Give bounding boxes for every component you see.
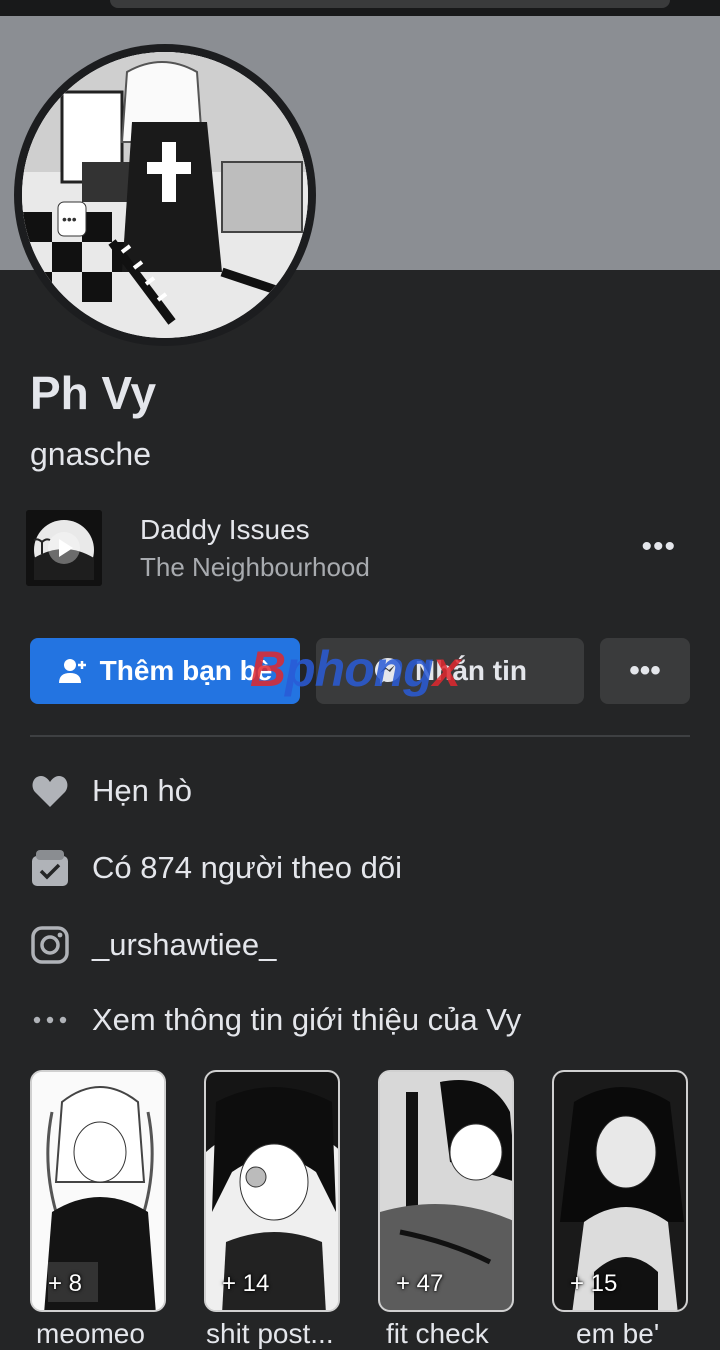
instagram-icon <box>30 925 70 965</box>
story-count: + 47 <box>396 1270 444 1297</box>
add-friend-icon <box>58 656 88 686</box>
album-art[interactable] <box>26 510 102 586</box>
svg-text:•••: ••• <box>62 211 77 227</box>
story-count: + 8 <box>48 1270 83 1297</box>
featured-story[interactable]: + 15 <box>552 1070 688 1312</box>
story-count: + 14 <box>222 1270 270 1297</box>
song-artist: The Neighbourhood <box>140 552 370 582</box>
featured-label: shit post... <box>206 1318 334 1349</box>
profile-name: Ph Vy <box>30 367 157 419</box>
watermark: Bphongx <box>250 641 461 697</box>
info-dating[interactable]: Hẹn hò <box>30 766 192 816</box>
info-instagram[interactable]: _urshawtiee_ <box>30 920 276 970</box>
add-friend-label: Thêm bạn bè <box>99 655 273 686</box>
followers-icon <box>30 848 70 888</box>
featured-story[interactable]: + 14 <box>204 1070 340 1312</box>
divider <box>30 735 690 737</box>
story-count: + 15 <box>570 1270 618 1297</box>
info-followers[interactable]: Có 874 người theo dõi <box>30 843 402 893</box>
more-dots-icon <box>30 1000 70 1040</box>
heart-icon <box>30 771 70 811</box>
info-text: Hẹn hò <box>92 773 192 808</box>
info-text: Có 874 người theo dõi <box>92 850 402 885</box>
featured-label: fit check <box>386 1318 489 1349</box>
info-see-about[interactable]: Xem thông tin giới thiệu của Vy <box>30 995 521 1045</box>
featured-label: meomeo <box>36 1318 145 1349</box>
featured-story[interactable]: + 8 <box>30 1070 166 1312</box>
avatar[interactable]: ••• <box>22 52 308 338</box>
search-pill[interactable] <box>110 0 670 8</box>
profile-username: gnasche <box>30 436 151 472</box>
profile-music[interactable]: Daddy Issues The Neighbourhood ••• <box>26 510 690 586</box>
featured-label: em be' <box>576 1318 660 1349</box>
music-more-button[interactable]: ••• <box>641 530 676 564</box>
song-title: Daddy Issues <box>140 514 310 545</box>
info-text: Xem thông tin giới thiệu của Vy <box>92 1002 522 1037</box>
profile-more-button[interactable]: ••• <box>600 638 690 704</box>
info-text: _urshawtiee_ <box>92 927 277 962</box>
status-bar <box>0 0 720 16</box>
featured-story[interactable]: + 47 <box>378 1070 514 1312</box>
